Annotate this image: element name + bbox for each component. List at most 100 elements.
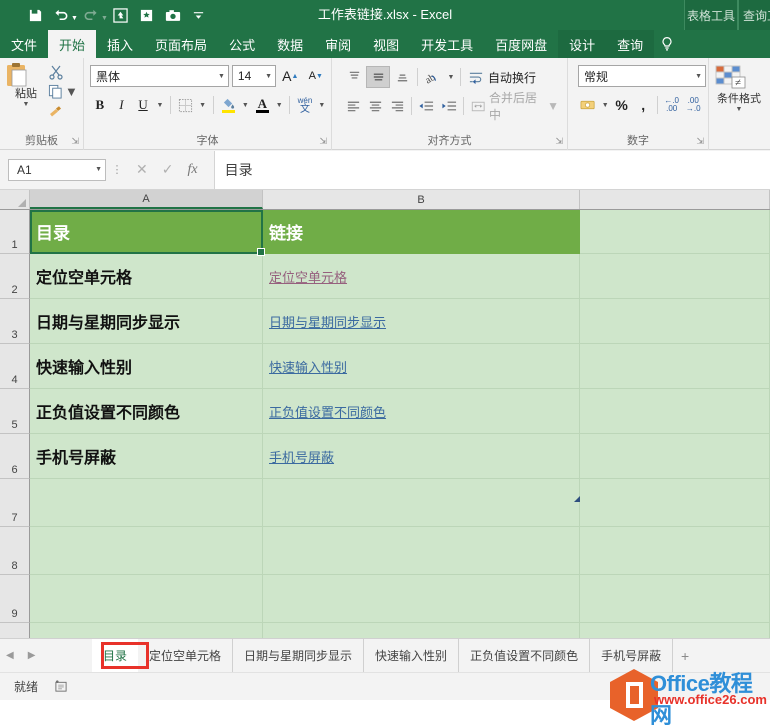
column-header-c[interactable] xyxy=(580,190,770,209)
cell-b10[interactable] xyxy=(263,623,580,638)
sheet-tab-shoujihao[interactable]: 手机号屏蔽 xyxy=(590,639,674,672)
percent-style-button[interactable]: % xyxy=(611,94,633,116)
cell-a7[interactable] xyxy=(30,479,263,527)
sheet-tab-xingbie[interactable]: 快速输入性别 xyxy=(364,639,460,672)
column-header-b[interactable]: B xyxy=(263,190,580,209)
row-header-10[interactable] xyxy=(0,623,30,638)
cell-a9[interactable] xyxy=(30,575,263,623)
cell-a10[interactable] xyxy=(30,623,263,638)
undo-dropdown-icon[interactable]: ▼ xyxy=(71,15,78,22)
decrease-decimal-icon[interactable]: .00 →.0 xyxy=(682,94,704,116)
font-dialog-launcher-icon[interactable]: ⇲ xyxy=(319,136,327,147)
tab-review[interactable]: 审阅 xyxy=(314,30,362,58)
tab-home[interactable]: 开始 xyxy=(48,30,97,58)
hyperlink-b2[interactable]: 定位空单元格 xyxy=(269,267,347,286)
clipboard-dialog-launcher-icon[interactable]: ⇲ xyxy=(71,136,79,147)
cell-c2[interactable] xyxy=(580,254,770,299)
name-box[interactable]: A1 ▼ xyxy=(8,158,106,181)
font-size-dropdown-icon[interactable]: ▼ xyxy=(265,73,272,80)
customize-qat-icon[interactable] xyxy=(186,3,212,27)
cell-b8[interactable] xyxy=(263,527,580,575)
borders-dropdown-icon[interactable]: ▼ xyxy=(198,94,208,116)
italic-button[interactable]: I xyxy=(112,94,132,116)
merge-and-center-button[interactable]: 合并后居中 ▼ xyxy=(467,91,563,122)
tab-baidu-netdisk[interactable]: 百度网盘 xyxy=(484,30,558,58)
hyperlink-b6[interactable]: 手机号屏蔽 xyxy=(269,447,334,466)
row-header-7[interactable]: 7 xyxy=(0,479,30,527)
underline-dropdown-icon[interactable]: ▼ xyxy=(155,94,165,116)
row-header-8[interactable]: 8 xyxy=(0,527,30,575)
align-left-icon[interactable] xyxy=(342,95,364,117)
tab-data[interactable]: 数据 xyxy=(266,30,314,58)
hyperlink-b5[interactable]: 正负值设置不同颜色 xyxy=(269,402,386,421)
tab-query[interactable]: 查询 xyxy=(606,30,655,58)
conditional-formatting-button[interactable]: ≠ 条件格式 ▼ xyxy=(713,61,765,113)
row-header-3[interactable]: 3 xyxy=(0,299,30,344)
decrease-indent-icon[interactable] xyxy=(415,95,437,117)
align-right-icon[interactable] xyxy=(386,95,408,117)
align-center-icon[interactable] xyxy=(364,95,386,117)
tab-formulas[interactable]: 公式 xyxy=(218,30,266,58)
copy-dropdown-icon[interactable]: ▼ xyxy=(65,84,78,99)
bold-button[interactable]: B xyxy=(90,94,110,116)
hyperlink-b4[interactable]: 快速输入性别 xyxy=(269,357,347,376)
tell-me-lightbulb-icon[interactable] xyxy=(660,30,674,58)
accounting-format-icon[interactable] xyxy=(578,94,600,116)
increase-indent-icon[interactable] xyxy=(437,95,459,117)
cell-c6[interactable] xyxy=(580,434,770,479)
cell-a8[interactable] xyxy=(30,527,263,575)
save-icon[interactable] xyxy=(22,3,48,27)
cell-c9[interactable] xyxy=(580,575,770,623)
accounting-format-dropdown-icon[interactable]: ▼ xyxy=(600,94,611,116)
cell-c8[interactable] xyxy=(580,527,770,575)
formula-input[interactable]: 目录 xyxy=(213,150,770,189)
increase-font-size-icon[interactable]: A ▲ xyxy=(279,65,301,87)
cell-a1[interactable]: 目录 xyxy=(30,210,263,254)
merge-and-center-dropdown-icon[interactable]: ▼ xyxy=(547,99,559,113)
paste-dropdown-icon[interactable]: ▼ xyxy=(4,101,48,108)
number-format-dropdown-icon[interactable]: ▼ xyxy=(695,73,702,80)
tab-design[interactable]: 设计 xyxy=(558,30,607,58)
cell-b3[interactable]: 日期与星期同步显示 xyxy=(263,299,580,344)
quick-print-icon[interactable] xyxy=(108,3,134,27)
table-resize-handle[interactable] xyxy=(574,496,580,502)
hyperlink-b3[interactable]: 日期与星期同步显示 xyxy=(269,312,386,331)
phonetic-guide-dropdown-icon[interactable]: ▼ xyxy=(317,94,327,116)
increase-decimal-icon[interactable]: ←.0.00 xyxy=(661,94,683,116)
cell-b5[interactable]: 正负值设置不同颜色 xyxy=(263,389,580,434)
cell-a3[interactable]: 日期与星期同步显示 xyxy=(30,299,263,344)
insert-function-icon[interactable]: fx xyxy=(187,162,197,178)
comma-style-button[interactable]: , xyxy=(632,94,654,116)
decrease-font-size-icon[interactable]: A ▼ xyxy=(305,65,327,87)
cell-a4[interactable]: 快速输入性别 xyxy=(30,344,263,389)
cell-c10[interactable] xyxy=(580,623,770,638)
conditional-formatting-dropdown-icon[interactable]: ▼ xyxy=(713,106,765,113)
font-color-dropdown-icon[interactable]: ▼ xyxy=(274,94,284,116)
row-header-9[interactable]: 9 xyxy=(0,575,30,623)
camera-icon[interactable] xyxy=(160,3,186,27)
cell-b7[interactable] xyxy=(263,479,580,527)
tab-file[interactable]: 文件 xyxy=(0,30,49,58)
tab-view[interactable]: 视图 xyxy=(362,30,410,58)
font-name-dropdown-icon[interactable]: ▼ xyxy=(218,73,225,80)
cancel-formula-icon[interactable]: ✕ xyxy=(136,161,148,178)
font-name-input[interactable]: 黑体 ▼ xyxy=(90,65,229,87)
cell-c7[interactable] xyxy=(580,479,770,527)
number-dialog-launcher-icon[interactable]: ⇲ xyxy=(696,136,704,147)
sheet-tab-riqi[interactable]: 日期与星期同步显示 xyxy=(233,639,365,672)
name-box-dropdown-icon[interactable]: ▼ xyxy=(95,166,102,173)
borders-icon[interactable] xyxy=(176,94,196,116)
align-bottom-icon[interactable] xyxy=(390,66,414,88)
row-header-1[interactable]: 1 xyxy=(0,210,30,254)
number-format-select[interactable]: 常规 ▼ xyxy=(578,65,706,87)
redo-dropdown-icon[interactable]: ▼ xyxy=(101,15,108,22)
column-header-a[interactable]: A xyxy=(30,190,263,209)
orientation-dropdown-icon[interactable]: ▼ xyxy=(445,66,457,88)
align-middle-icon[interactable] xyxy=(366,66,390,88)
sheet-tab-mulu[interactable]: 目录 xyxy=(92,639,139,672)
format-painter-button[interactable] xyxy=(48,103,78,120)
fill-color-dropdown-icon[interactable]: ▼ xyxy=(240,94,250,116)
alignment-dialog-launcher-icon[interactable]: ⇲ xyxy=(555,136,563,147)
cell-a6[interactable]: 手机号屏蔽 xyxy=(30,434,263,479)
cell-c5[interactable] xyxy=(580,389,770,434)
